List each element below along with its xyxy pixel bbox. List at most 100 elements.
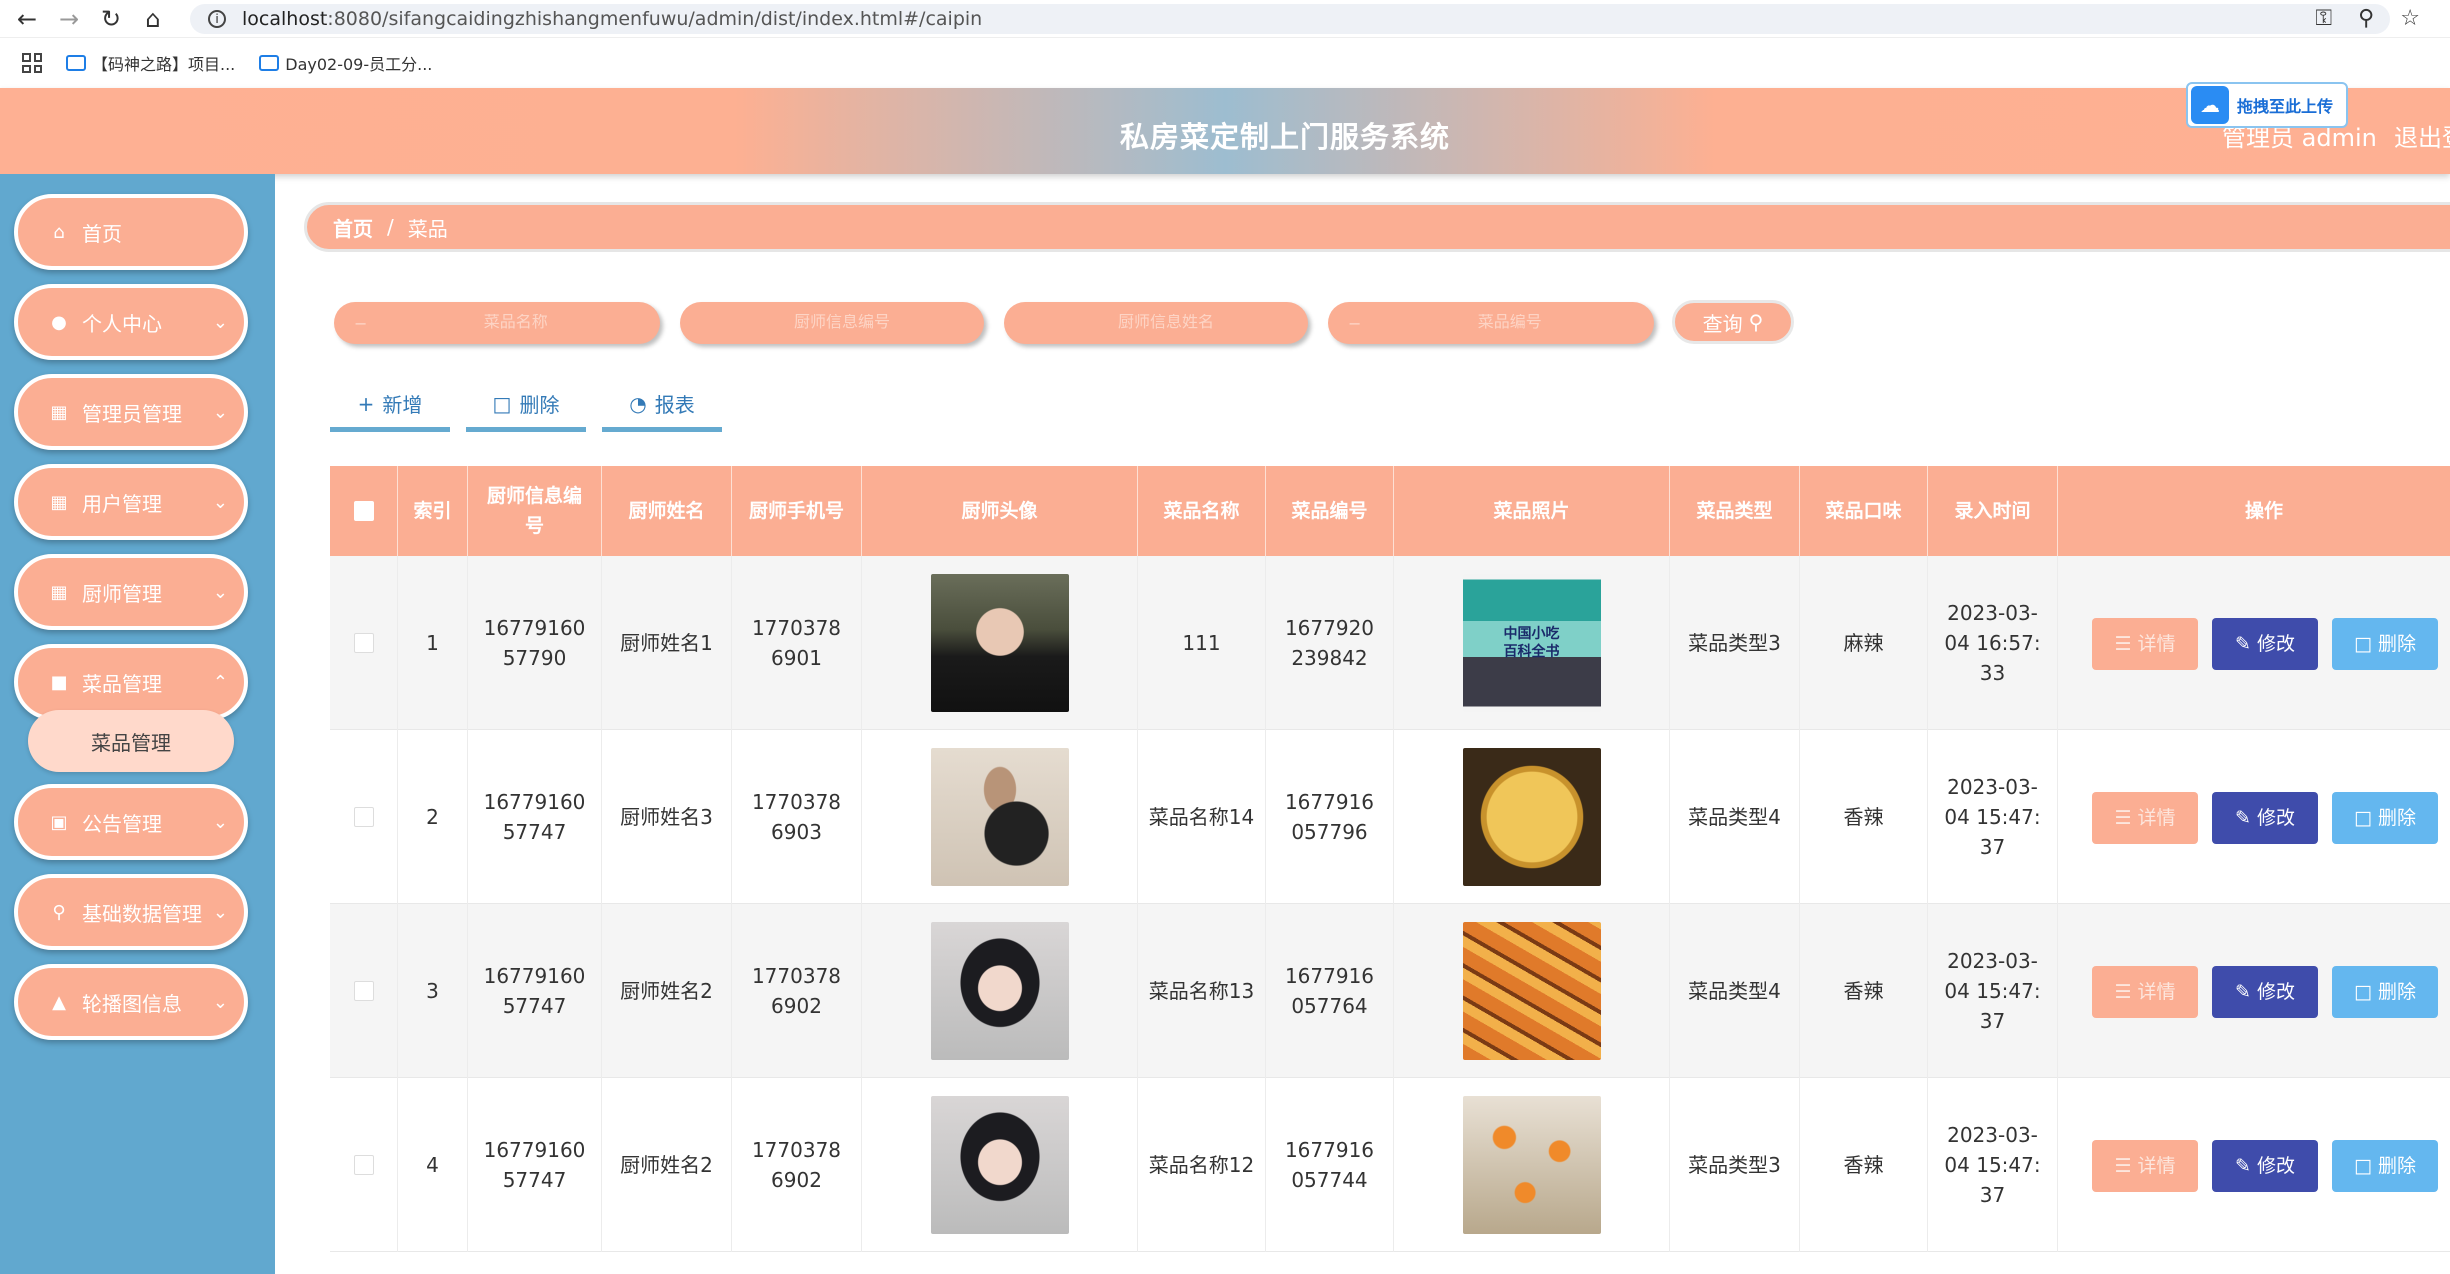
chevron-down-icon: ⌄	[212, 582, 228, 603]
logout-link[interactable]: 退出登	[2394, 118, 2450, 153]
chef-avatar-image	[930, 574, 1069, 712]
home-icon: ⌂	[53, 221, 65, 243]
detail-button[interactable]: ☰ 详情	[2092, 792, 2198, 844]
cell-index: 1	[398, 556, 468, 730]
row-delete-button[interactable]: □ 删除	[2332, 618, 2438, 670]
bookmark-1[interactable]: 【码神之路】项目...	[66, 51, 235, 75]
sidebar-item-users[interactable]: ▦ 用户管理 ⌄	[14, 464, 248, 540]
cell-taste: 香辣	[1800, 904, 1928, 1078]
header-dish-taste: 菜品口味	[1800, 466, 1928, 556]
cell-time: 2023-03-04 15:47:37	[1928, 730, 2058, 904]
sidebar-item-dishes[interactable]: ■ 菜品管理 ⌃	[14, 644, 248, 720]
sidebar-item-admin[interactable]: ▦ 管理员管理 ⌄	[14, 374, 248, 450]
table-row: 4 1677916057747 厨师姓名2 17703786902 菜品名称12 1677…	[330, 1078, 2450, 1252]
query-button[interactable]: 查询 ⚲	[1672, 300, 1794, 344]
url-host: localhost	[242, 8, 328, 30]
edit-button[interactable]: ✎ 修改	[2212, 966, 2318, 1018]
cell-dish-name: 菜品名称13	[1138, 904, 1266, 1078]
breadcrumb-home[interactable]: 首页	[333, 213, 373, 242]
chef-no-search[interactable]	[680, 302, 984, 344]
reload-icon[interactable]: ↻	[96, 4, 126, 34]
cell-phone: 17703786902	[732, 1078, 862, 1252]
cell-chef-no: 1677916057747	[468, 904, 602, 1078]
sidebar-item-profile[interactable]: ● 个人中心 ⌄	[14, 284, 248, 360]
dish-name-input[interactable]	[371, 314, 660, 332]
cell-chef-name: 厨师姓名2	[602, 1078, 732, 1252]
cell-taste: 麻辣	[1800, 556, 1928, 730]
row-checkbox[interactable]	[353, 633, 374, 653]
edit-button[interactable]: ✎ 修改	[2212, 792, 2318, 844]
edit-button[interactable]: ✎ 修改	[2212, 618, 2318, 670]
chef-name-input[interactable]	[1024, 314, 1308, 332]
report-button[interactable]: ◔ 报表	[602, 380, 722, 432]
detail-button[interactable]: ☰ 详情	[2092, 618, 2198, 670]
header-chef-no: 厨师信息编号	[468, 466, 602, 556]
select-all-checkbox[interactable]	[353, 501, 374, 521]
site-info-icon[interactable]: i	[208, 10, 226, 28]
sidebar-item-home[interactable]: ⌂ 首页	[14, 194, 248, 270]
edit-icon: ✎	[2235, 981, 2251, 1003]
dish-name-search[interactable]: −	[334, 302, 660, 344]
dish-photo-cell	[1394, 904, 1670, 1078]
back-icon[interactable]: ←	[12, 4, 42, 34]
table-row: 2 1677916057747 厨师姓名3 17703786903 菜品名称14 1677…	[330, 730, 2450, 904]
header-operations: 操作	[2244, 500, 2283, 522]
row-delete-button[interactable]: □ 删除	[2332, 1140, 2438, 1192]
document-icon: ☰	[2114, 633, 2132, 655]
system-title: 私房菜定制上门服务系统	[1120, 120, 1451, 154]
upload-drop-badge[interactable]: ☁ 拖拽至此上传	[2186, 82, 2348, 128]
dish-no-search[interactable]: −	[1328, 302, 1654, 344]
sidebar-item-chefs[interactable]: ▦ 厨师管理 ⌄	[14, 554, 248, 630]
address-bar[interactable]: i localhost:8080/sifangcaidingzhishangme…	[190, 4, 2390, 34]
zoom-icon[interactable]: ⚲	[2358, 6, 2374, 31]
row-checkbox[interactable]	[353, 1155, 374, 1175]
cell-dish-no: 1677916057796	[1266, 730, 1394, 904]
cell-phone: 17703786902	[732, 904, 862, 1078]
row-select-cell	[330, 730, 398, 904]
submenu-dish-management[interactable]: 菜品管理	[28, 710, 234, 772]
cell-type: 菜品类型3	[1670, 556, 1800, 730]
trash-icon: □	[2354, 981, 2372, 1003]
dish-no-input[interactable]	[1365, 314, 1654, 332]
cell-index: 4	[398, 1078, 468, 1252]
chevron-up-icon: ⌃	[212, 672, 228, 693]
breadcrumb-current: 菜品	[407, 216, 448, 241]
header-dish-photo: 菜品照片	[1394, 466, 1670, 556]
browser-toolbar: ← → ↻ ⌂ i localhost:8080/sifangcaidingzh…	[0, 0, 2450, 38]
chef-name-search[interactable]	[1004, 302, 1308, 344]
sidebar-item-notices[interactable]: ▣ 公告管理 ⌄	[14, 784, 248, 860]
apps-grid-icon[interactable]	[22, 53, 42, 73]
bookmarks-bar: 【码神之路】项目... Day02-09-员工分...	[0, 38, 2450, 88]
row-checkbox[interactable]	[353, 807, 374, 827]
bookmark-star-icon[interactable]: ☆	[2400, 6, 2420, 31]
row-checkbox[interactable]	[353, 981, 374, 1001]
row-delete-button[interactable]: □ 删除	[2332, 792, 2438, 844]
chef-avatar-cell	[862, 730, 1138, 904]
detail-button[interactable]: ☰ 详情	[2092, 966, 2198, 1018]
table-header: 索引 厨师信息编号 厨师姓名 厨师手机号 厨师头像 菜品名称 菜品编号 菜品照片…	[330, 466, 2450, 556]
forward-icon[interactable]: →	[54, 4, 84, 34]
detail-button[interactable]: ☰ 详情	[2092, 1140, 2198, 1192]
chef-avatar-image	[930, 748, 1069, 886]
row-select-cell	[330, 1078, 398, 1252]
cell-taste: 香辣	[1800, 730, 1928, 904]
chevron-down-icon: ⌄	[212, 902, 228, 923]
edit-button[interactable]: ✎ 修改	[2212, 1140, 2318, 1192]
edit-icon: ✎	[2235, 633, 2251, 655]
row-delete-button[interactable]: □ 删除	[2332, 966, 2438, 1018]
password-key-icon[interactable]: ⚿	[2315, 6, 2332, 31]
chef-no-input[interactable]	[700, 314, 984, 332]
chevron-down-icon: ⌄	[212, 812, 228, 833]
cell-phone: 17703786903	[732, 730, 862, 904]
add-button[interactable]: + 新增	[330, 380, 450, 432]
trash-icon: □	[2354, 807, 2372, 829]
book-cover-title: 中国小吃	[1503, 626, 1560, 642]
document-icon: ☰	[2114, 1155, 2132, 1177]
sidebar-item-carousel[interactable]: ▲ 轮播图信息 ⌄	[14, 964, 248, 1040]
sidebar-item-basic-data[interactable]: ⚲ 基础数据管理 ⌄	[14, 874, 248, 950]
home-page-icon[interactable]: ⌂	[138, 4, 168, 34]
delete-button[interactable]: □ 删除	[466, 380, 586, 432]
search-icon: −	[354, 313, 368, 333]
bookmark-2[interactable]: Day02-09-员工分...	[259, 51, 432, 75]
trophy-icon: ▲	[52, 991, 66, 1013]
